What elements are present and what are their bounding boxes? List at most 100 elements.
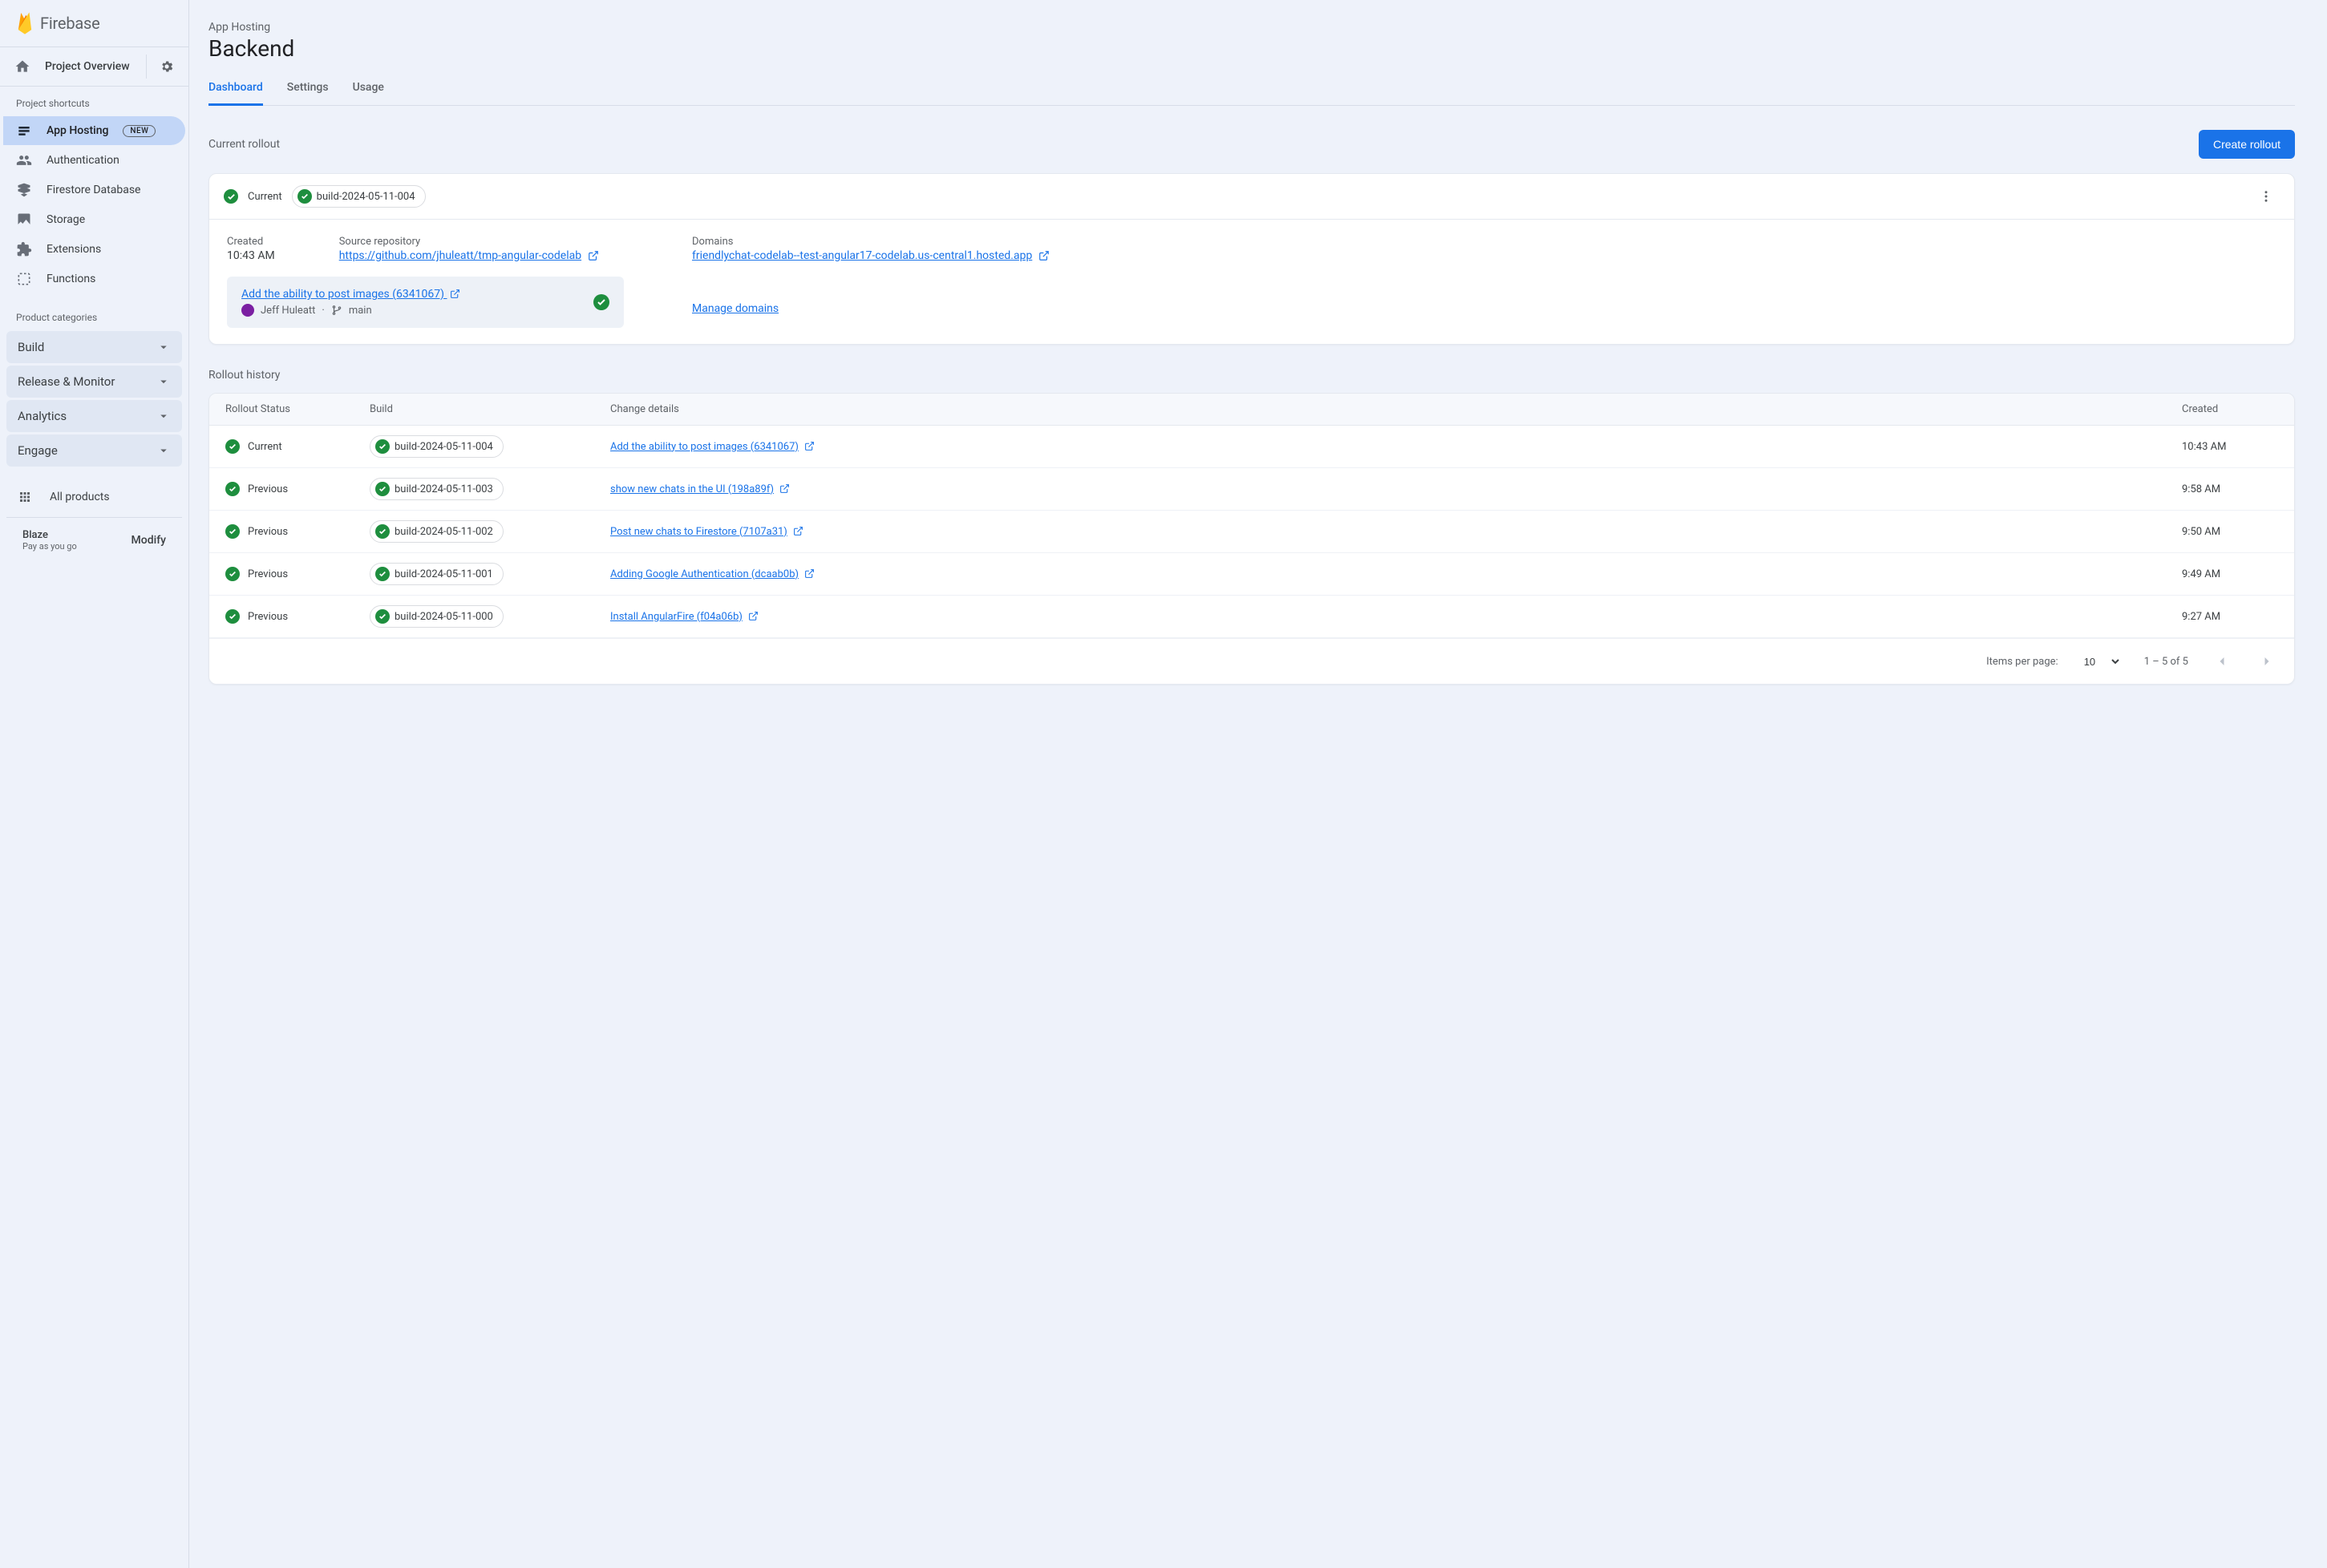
external-link-icon [804, 441, 815, 452]
brand[interactable]: Firebase [0, 0, 188, 47]
sidebar: Firebase Project Overview Project shortc… [0, 0, 189, 1568]
sidebar-item-label: Extensions [47, 243, 101, 256]
sidebar-item-label: App Hosting [47, 124, 108, 137]
check-icon [297, 189, 312, 204]
col-created: Created [2166, 394, 2294, 426]
category-analytics[interactable]: Analytics [6, 400, 182, 432]
status-label: Current [248, 191, 282, 203]
status-text: Previous [248, 526, 288, 538]
tab-usage[interactable]: Usage [353, 73, 384, 105]
sidebar-item-extensions[interactable]: Extensions [3, 235, 185, 264]
build-chip[interactable]: build-2024-05-11-001 [370, 563, 504, 585]
build-chip[interactable]: build-2024-05-11-000 [370, 605, 504, 628]
change-link[interactable]: show new chats in the UI (198a89f) [610, 483, 774, 495]
rollout-history-title: Rollout history [208, 369, 2295, 382]
category-label: Release & Monitor [18, 374, 115, 389]
pager-range: 1 – 5 of 5 [2144, 656, 2188, 668]
tab-settings[interactable]: Settings [287, 73, 329, 105]
build-id: build-2024-05-11-002 [395, 526, 493, 538]
all-products-link[interactable]: All products [0, 477, 188, 517]
change-link[interactable]: Adding Google Authentication (dcaab0b) [610, 568, 799, 580]
tab-dashboard[interactable]: Dashboard [208, 73, 263, 106]
domain-url: friendlychat-codelab--test-angular17-cod… [692, 249, 1032, 262]
commit-link[interactable]: Add the ability to post images (6341067) [241, 288, 461, 301]
external-link-icon [748, 611, 759, 622]
firestore-icon [16, 182, 32, 198]
check-icon [224, 189, 238, 204]
check-icon [375, 609, 390, 624]
project-overview-link[interactable]: Project Overview [14, 54, 143, 79]
build-id: build-2024-05-11-000 [395, 611, 493, 623]
change-link[interactable]: Post new chats to Firestore (7107a31) [610, 526, 787, 538]
extensions-icon [16, 241, 32, 257]
source-url: https://github.com/jhuleatt/tmp-angular-… [339, 249, 581, 262]
storage-icon [16, 212, 32, 228]
category-build[interactable]: Build [6, 331, 182, 363]
build-id: build-2024-05-11-004 [395, 441, 493, 453]
sidebar-item-label: Storage [47, 213, 85, 226]
main-content: App Hosting Backend Dashboard Settings U… [189, 0, 2327, 1568]
build-chip[interactable]: build-2024-05-11-004 [292, 185, 426, 208]
category-label: Analytics [18, 409, 67, 423]
commit-author: Jeff Huleatt [261, 305, 315, 317]
change-link[interactable]: Install AngularFire (f04a06b) [610, 611, 743, 623]
functions-icon [16, 271, 32, 287]
external-link-icon [779, 483, 791, 495]
pager-next-button[interactable] [2256, 650, 2278, 673]
pager-prev-button[interactable] [2211, 650, 2233, 673]
chevron-down-icon [156, 443, 171, 458]
created-label: Created [227, 236, 275, 248]
authentication-icon [16, 152, 32, 168]
external-link-icon [450, 289, 461, 300]
source-repo-link[interactable]: https://github.com/jhuleatt/tmp-angular-… [339, 249, 581, 262]
create-rollout-button[interactable]: Create rollout [2199, 130, 2295, 159]
manage-domains-link[interactable]: Manage domains [692, 302, 779, 315]
created-time: 9:27 AM [2166, 596, 2294, 638]
category-engage[interactable]: Engage [6, 434, 182, 467]
sidebar-item-storage[interactable]: Storage [3, 205, 185, 234]
pager: Items per page: 10 1 – 5 of 5 [209, 638, 2294, 684]
status-cell: Previous [225, 609, 338, 624]
settings-gear-button[interactable] [146, 55, 179, 79]
external-link-icon [804, 568, 815, 580]
brand-name: Firebase [40, 14, 100, 33]
status-text: Previous [248, 568, 288, 580]
sidebar-item-functions[interactable]: Functions [3, 265, 185, 293]
all-products-label: All products [50, 491, 110, 503]
commit-branch: main [349, 305, 372, 317]
status-text: Current [248, 441, 282, 453]
sidebar-item-label: Functions [47, 273, 95, 285]
table-row: Previous build-2024-05-11-002 Post new c… [209, 511, 2294, 553]
check-icon [375, 524, 390, 539]
commit-box: Add the ability to post images (6341067)… [227, 277, 624, 328]
build-chip[interactable]: build-2024-05-11-004 [370, 435, 504, 458]
check-icon [593, 294, 609, 310]
more-button[interactable] [2252, 186, 2280, 207]
created-time: 9:50 AM [2166, 511, 2294, 553]
sidebar-item-firestore[interactable]: Firestore Database [3, 176, 185, 204]
current-rollout-card: Current build-2024-05-11-004 Created 10:… [208, 173, 2295, 345]
plan-modify-button[interactable]: Modify [132, 534, 166, 547]
branch-icon [331, 305, 342, 316]
table-row: Current build-2024-05-11-004 Add the abi… [209, 426, 2294, 468]
table-row: Previous build-2024-05-11-003 show new c… [209, 468, 2294, 511]
category-label: Engage [18, 443, 58, 458]
breadcrumb: App Hosting [208, 16, 2295, 35]
sidebar-item-authentication[interactable]: Authentication [3, 146, 185, 175]
check-icon [375, 439, 390, 454]
current-rollout-title: Current rollout [208, 138, 280, 151]
change-link[interactable]: Add the ability to post images (6341067) [610, 441, 799, 453]
sidebar-item-app-hosting[interactable]: App Hosting NEW [3, 116, 185, 145]
status-text: Previous [248, 483, 288, 495]
external-link-icon [793, 526, 804, 537]
build-chip[interactable]: build-2024-05-11-002 [370, 520, 504, 543]
pager-size-select[interactable]: 10 [2081, 655, 2122, 669]
chevron-right-icon [2259, 653, 2275, 669]
created-time: 10:43 AM [227, 249, 275, 262]
build-chip[interactable]: build-2024-05-11-003 [370, 478, 504, 500]
pager-label: Items per page: [1986, 656, 2058, 668]
status-cell: Current [225, 439, 338, 454]
domain-link[interactable]: friendlychat-codelab--test-angular17-cod… [692, 249, 1032, 262]
created-time: 9:49 AM [2166, 553, 2294, 596]
category-release[interactable]: Release & Monitor [6, 366, 182, 398]
